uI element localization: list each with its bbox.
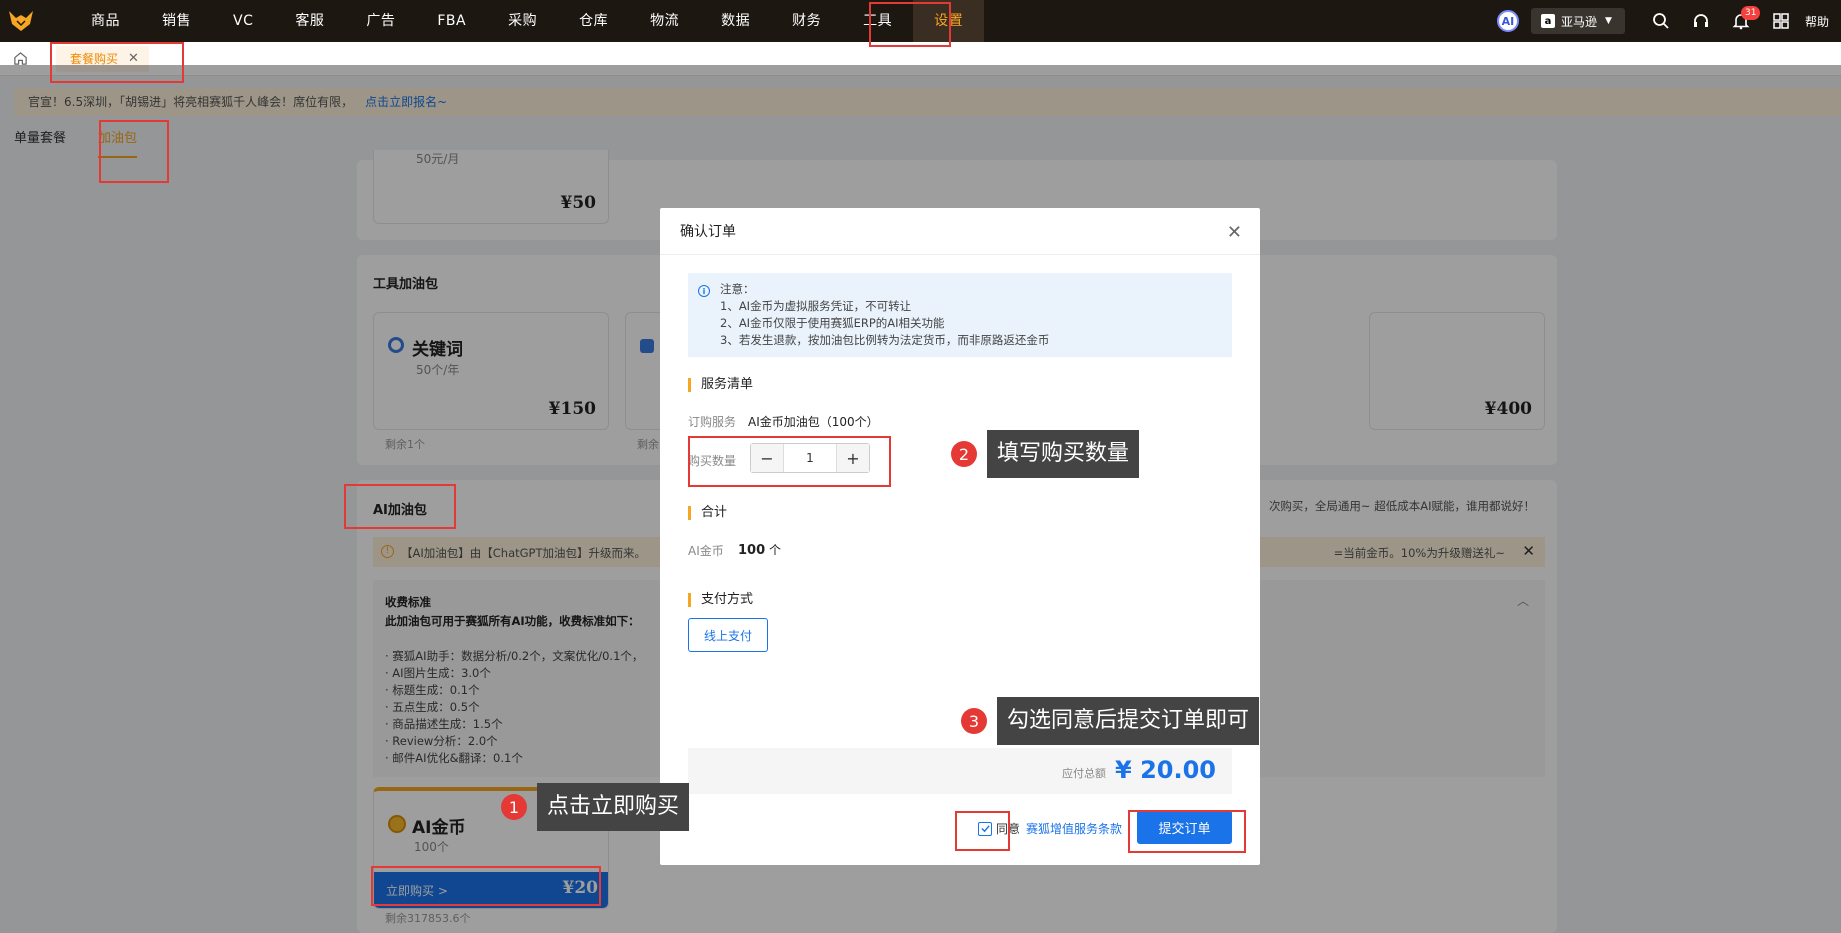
callout-text: 点击立即购买 (537, 783, 690, 831)
store-select[interactable]: a 亚马逊 ▼ (1530, 8, 1625, 34)
info-icon: i (698, 285, 710, 297)
confirm-order-modal: 确认订单 ✕ i 注意： 1、AI金币为虚拟服务凭证，不可转让 2、AI金币仅限… (660, 208, 1260, 865)
nav-item-logistics[interactable]: 物流 (629, 0, 700, 42)
callout-text: 勾选同意后提交订单即可 (997, 697, 1260, 745)
highlight-page-tab (50, 42, 184, 83)
highlight-submit (1128, 810, 1246, 853)
callout-number: 2 (951, 441, 977, 467)
nav-item-purchase[interactable]: 采购 (487, 0, 558, 42)
nav-right: AI a 亚马逊 ▼ 31 帮助 (1496, 0, 1841, 42)
payment-section-title: 支付方式 (688, 593, 753, 607)
online-payment-option[interactable]: 线上支付 (688, 618, 768, 652)
fox-logo-icon[interactable] (0, 0, 42, 42)
notification-badge: 31 (1740, 6, 1761, 20)
highlight-agree-checkbox (955, 811, 1010, 851)
callout-step-3: 3 勾选同意后提交订单即可 (961, 697, 1260, 745)
close-modal-icon[interactable]: ✕ (1227, 222, 1242, 243)
highlight-addon-tab (99, 120, 169, 183)
total-label: 应付总额 (1062, 767, 1106, 780)
nav-item-fba[interactable]: FBA (416, 0, 487, 42)
highlight-ai-section (344, 484, 456, 529)
callout-text: 填写购买数量 (987, 430, 1140, 478)
notice-line: 3、若发生退款，按加油包比例转为法定货币，而非原路返还金币 (720, 333, 1050, 347)
terms-link[interactable]: 赛狐增值服务条款 (1026, 820, 1122, 837)
help-link[interactable]: 帮助 (1801, 13, 1841, 30)
sum-unit: 个 (768, 543, 781, 557)
nav-menu: 商品 销售 VC 客服 广告 FBA 采购 仓库 物流 数据 财务 工具 设置 (70, 0, 985, 42)
nav-item-finance[interactable]: 财务 (771, 0, 842, 42)
nav-item-service[interactable]: 客服 (274, 0, 345, 42)
service-value: AI金币加油包（100个） (748, 415, 879, 429)
nav-item-warehouse[interactable]: 仓库 (558, 0, 629, 42)
modal-title: 确认订单 (660, 208, 1260, 255)
highlight-buy-now (371, 866, 601, 906)
highlight-settings-nav (869, 2, 951, 47)
store-select-label: 亚马逊 (1560, 14, 1597, 29)
search-icon[interactable] (1641, 0, 1681, 42)
notice-line: 2、AI金币仅限于使用赛狐ERP的AI相关功能 (720, 316, 945, 330)
notice-box: i 注意： 1、AI金币为虚拟服务凭证，不可转让 2、AI金币仅限于使用赛狐ER… (688, 273, 1232, 357)
bell-icon[interactable]: 31 (1721, 0, 1761, 42)
sum-section-title: 合计 (688, 506, 727, 520)
callout-number: 1 (501, 794, 527, 820)
total-bar: 应付总额 ¥ 20.00 (688, 748, 1232, 794)
nav-item-sales[interactable]: 销售 (141, 0, 212, 42)
service-label: 订购服务 (688, 415, 737, 429)
callout-step-1: 1 点击立即购买 (501, 783, 690, 831)
callout-step-2: 2 填写购买数量 (951, 430, 1140, 478)
nav-item-ads[interactable]: 广告 (345, 0, 416, 42)
caret-down-icon: ▼ (1605, 16, 1612, 26)
notice-line: 1、AI金币为虚拟服务凭证，不可转让 (720, 299, 912, 313)
ai-assistant-icon[interactable]: AI (1496, 10, 1519, 32)
nav-item-products[interactable]: 商品 (70, 0, 141, 42)
notice-title: 注意： (720, 282, 755, 296)
amazon-icon: a (1540, 14, 1555, 28)
nav-item-data[interactable]: 数据 (700, 0, 771, 42)
nav-item-vc[interactable]: VC (212, 0, 274, 42)
callout-number: 3 (961, 708, 987, 734)
sum-value: 100 个 (738, 541, 781, 558)
headset-icon[interactable] (1681, 0, 1721, 42)
sum-number: 100 (738, 543, 766, 558)
total-amount: ¥ 20.00 (1115, 756, 1216, 784)
apps-grid-icon[interactable] (1761, 0, 1801, 42)
highlight-quantity (688, 436, 891, 487)
sum-label: AI金币 (688, 544, 724, 558)
service-section-title: 服务清单 (688, 378, 753, 392)
